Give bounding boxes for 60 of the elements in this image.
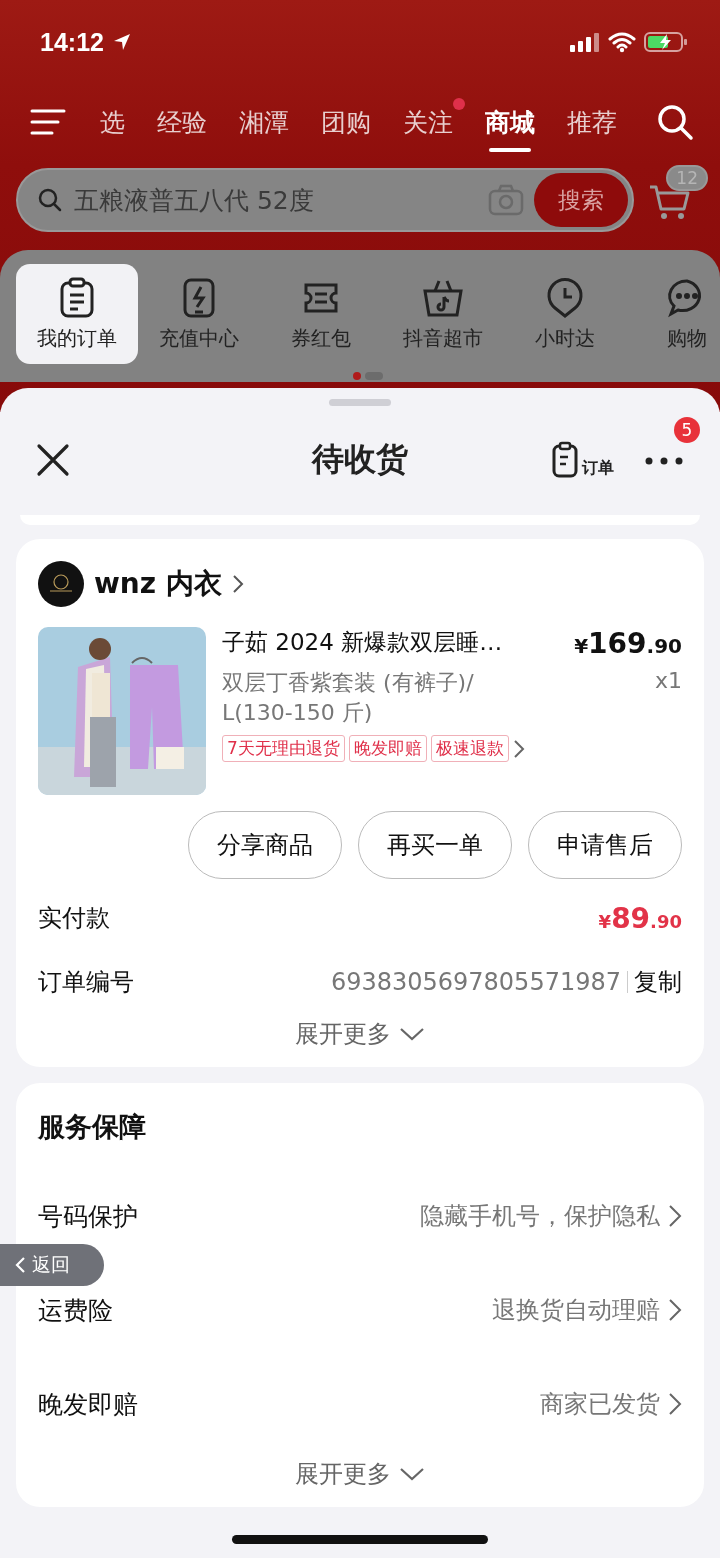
nav-tab[interactable]: 关注 [389, 92, 467, 152]
search-icon[interactable] [656, 103, 694, 141]
more-icon[interactable] [644, 455, 684, 466]
chevron-down-icon [399, 1466, 425, 1482]
shortcut-item[interactable]: 购物 [626, 264, 720, 364]
service-row[interactable]: 晚发即赔 商家已发货 [38, 1381, 682, 1427]
battery-icon [644, 31, 688, 53]
shortcut-item[interactable]: 充值中心 [138, 264, 260, 364]
service-tag: 7天无理由退货 [222, 735, 345, 763]
paid-amount: ¥89.90 [598, 901, 682, 935]
shop-name[interactable]: wnz 内衣 [94, 565, 222, 603]
signal-icon [570, 32, 600, 52]
chevron-down-icon [399, 1026, 425, 1042]
product-spec: 双层丁香紫套装 (有裤子)/ L(130-150 斤) [222, 669, 475, 727]
expand-more-button[interactable]: 展开更多 [289, 1457, 431, 1491]
service-row[interactable]: 号码保护 隐藏手机号，保护隐私 [38, 1193, 682, 1239]
quantity: x1 [654, 668, 682, 693]
service-tag: 极速退款 [430, 735, 509, 763]
shop-avatar [38, 561, 84, 607]
nav-tab[interactable]: 团购 [307, 92, 385, 152]
search-icon [38, 188, 62, 212]
nav-tab[interactable]: 湘潭 [225, 92, 303, 152]
order-number: 6938305697805571987 [330, 968, 621, 996]
order-button[interactable]: 订单 [551, 441, 614, 479]
copy-button[interactable]: 复制 [634, 966, 682, 998]
shortcut-item[interactable]: 抖音超市 [382, 264, 504, 364]
menu-icon[interactable] [30, 108, 66, 136]
chevron-right-icon[interactable] [512, 738, 525, 759]
search-field[interactable]: 五粮液普五八代 52度 搜索 [16, 168, 634, 232]
shortcut-item[interactable]: 小时达 [504, 264, 626, 364]
chevron-right-icon [231, 574, 244, 594]
chevron-right-icon [668, 1298, 682, 1322]
expand-more-button[interactable]: 展开更多 [289, 1017, 431, 1051]
nav-tab[interactable]: 经验 [143, 92, 221, 152]
action-button[interactable]: 分享商品 [188, 811, 342, 879]
action-button[interactable]: 再买一单 [358, 811, 512, 879]
chevron-right-icon [668, 1204, 682, 1228]
chevron-right-icon [668, 1392, 682, 1416]
search-button[interactable]: 搜索 [534, 173, 628, 227]
order-number-label: 订单编号 [38, 967, 134, 998]
shortcut-item[interactable]: 我的订单 [16, 264, 138, 364]
back-button[interactable]: 返回 [0, 1244, 104, 1286]
chevron-left-icon [14, 1256, 26, 1274]
product-price: ¥169.90 [574, 627, 682, 660]
service-row[interactable]: 运费险 退换货自动理赔 [38, 1287, 682, 1333]
wifi-icon [608, 31, 636, 53]
shortcut-item[interactable]: 券红包 [260, 264, 382, 364]
nav-tab[interactable]: 选 [86, 92, 139, 152]
notification-badge: 5 [674, 416, 700, 443]
service-tag: 晚发即赔 [348, 735, 427, 763]
payment-label: 实付款 [38, 903, 110, 934]
status-time: 14:12 [40, 27, 104, 57]
nav-tab[interactable]: 商城 [471, 92, 549, 152]
action-button[interactable]: 申请售后 [528, 811, 682, 879]
close-icon[interactable] [36, 443, 70, 477]
nav-tab[interactable]: 推荐 [553, 92, 631, 152]
sheet-title: 待收货 [312, 439, 408, 480]
product-title[interactable]: 子茹 2024 新爆款双层睡… [222, 627, 503, 658]
drag-handle[interactable] [329, 399, 391, 406]
section-title: 服务保障 [38, 1110, 147, 1144]
